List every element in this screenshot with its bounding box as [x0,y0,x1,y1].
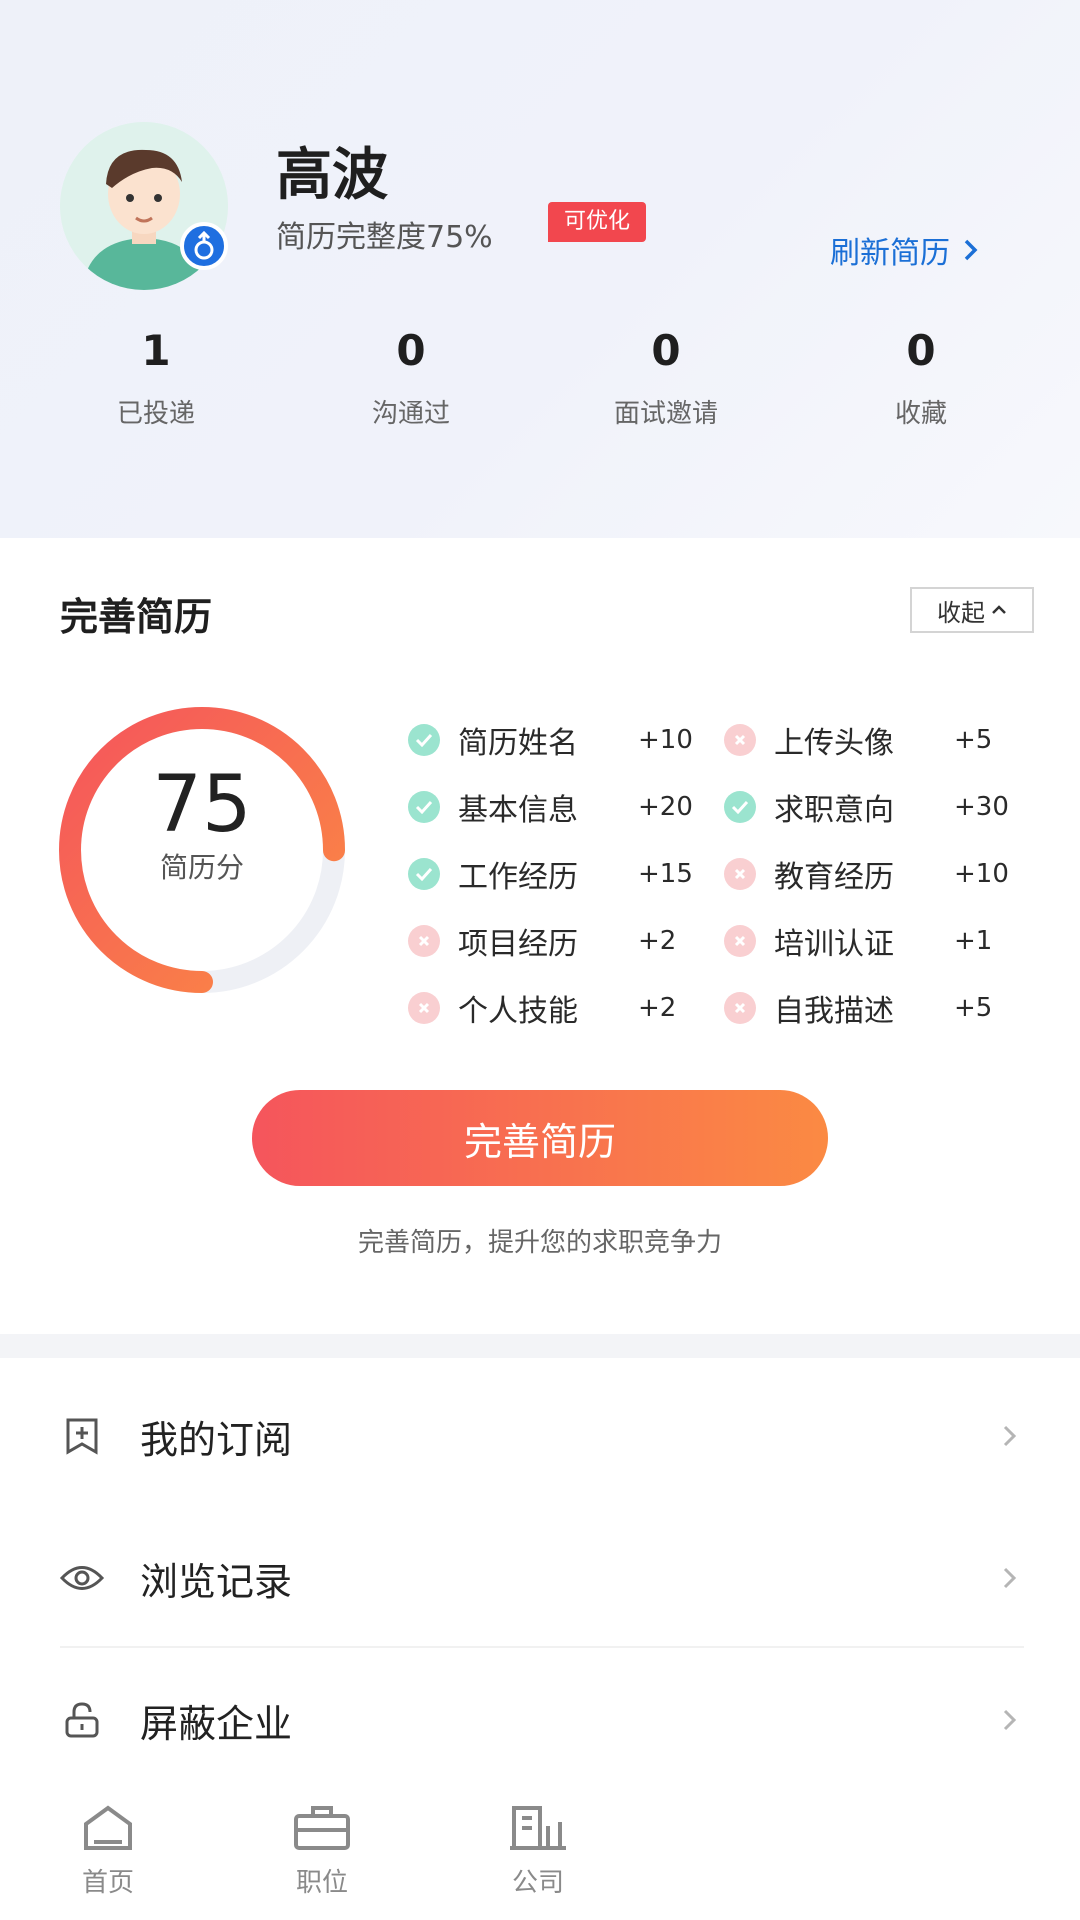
checklist-item[interactable]: 工作经历 +15 [408,854,693,895]
nav-label: 首页 [81,1868,134,1898]
chevron-up-icon [992,605,1006,614]
checklist-item[interactable]: 个人技能 +2 [408,988,677,1029]
stat-label: 面试邀请 [613,399,718,429]
chevron-right-icon [964,239,978,261]
stat-value: 1 [141,326,171,375]
cross-icon [724,992,756,1024]
checklist-item-points: +30 [954,792,1009,822]
cross-icon [724,925,756,957]
menu-label: 我的订阅 [140,1417,293,1462]
checklist-item[interactable]: 上传头像 +5 [724,720,993,761]
checklist-item[interactable]: 简历姓名 +10 [408,720,693,761]
checklist-item-name: 自我描述 [774,994,894,1029]
nav-tab-jobs[interactable]: 职位 [262,1802,382,1899]
nav-label: 公司 [511,1868,564,1898]
improve-tip: 完善简历，提升您的求职竞争力 [357,1228,722,1258]
checklist-item-name: 工作经历 [458,860,578,895]
chevron-right-icon [1003,1709,1017,1731]
stat-label: 已投递 [116,399,195,429]
check-icon [408,791,440,823]
resume-completeness: 简历完整度75% [276,220,493,255]
cross-icon [724,858,756,890]
checklist-item-name: 基本信息 [458,793,578,828]
checklist-item-points: +1 [954,926,993,956]
stat-value: 0 [396,326,426,375]
refresh-resume-link[interactable]: 刷新简历 [830,228,982,272]
score-value: 75 [152,760,252,850]
briefcase-icon [294,1806,350,1850]
checklist-item-points: +15 [638,859,693,889]
stat-communicated[interactable]: 0 沟通过 [281,326,541,430]
gender-male-icon [180,222,228,270]
checklist-item[interactable]: 培训认证 +1 [724,921,993,962]
menu-divider [60,1646,1024,1648]
checklist-item-name: 教育经历 [774,860,894,895]
nav-tab-home[interactable]: 首页 [48,1802,168,1899]
collapse-button[interactable]: 收起 [910,587,1034,633]
section-divider [0,1334,1080,1358]
checklist-item-name: 个人技能 [458,994,578,1029]
checklist-item-points: +10 [638,725,693,755]
checklist-item[interactable]: 自我描述 +5 [724,988,993,1029]
checklist-item[interactable]: 教育经历 +10 [724,854,1009,895]
checklist-item-points: +5 [954,725,993,755]
checklist-item-name: 简历姓名 [458,726,578,761]
building-icon [510,1806,566,1850]
check-icon [408,858,440,890]
check-icon [724,791,756,823]
chevron-right-icon [1003,1425,1017,1447]
optimize-badge: 可优化 [548,202,647,242]
improve-resume-button[interactable]: 完善简历 [252,1090,828,1186]
eye-icon [60,1556,104,1600]
menu-item-subscriptions[interactable]: 我的订阅 [0,1366,1080,1506]
stat-interview-invites[interactable]: 0 面试邀请 [536,326,796,430]
checklist-item-name: 求职意向 [774,793,894,828]
user-name: 高波 [276,143,388,208]
checklist-item-points: +2 [638,993,677,1023]
lock-icon [60,1698,104,1742]
chevron-right-icon [1003,1567,1017,1589]
checklist-item-name: 培训认证 [774,927,894,962]
score-label: 简历分 [159,851,244,884]
home-icon [84,1805,132,1850]
checklist-item-points: +20 [638,792,693,822]
stat-label: 收藏 [894,399,947,429]
menu-item-browse-history[interactable]: 浏览记录 [0,1508,1080,1648]
bookmark-plus-icon [60,1414,104,1458]
checklist-item-points: +2 [638,926,677,956]
nav-tab-companies[interactable]: 公司 [478,1802,598,1899]
checklist-item[interactable]: 基本信息 +20 [408,787,693,828]
collapse-label: 收起 [937,598,985,627]
stat-label: 沟通过 [371,399,450,429]
checklist-item-points: +5 [954,993,993,1023]
bottom-nav: 首页 职位 公司 [0,1790,1080,1920]
stat-favorites[interactable]: 0 收藏 [791,326,1051,430]
checklist-item-name: 项目经历 [458,927,578,962]
checklist-item[interactable]: 求职意向 +30 [724,787,1009,828]
stat-delivered[interactable]: 1 已投递 [26,326,286,430]
checklist-item-name: 上传头像 [774,726,894,761]
stat-value: 0 [651,326,681,375]
menu-label: 浏览记录 [140,1559,293,1604]
menu-item-blocked-companies[interactable]: 屏蔽企业 [0,1650,1080,1790]
nav-label: 职位 [295,1868,348,1898]
check-icon [408,724,440,756]
checklist-item[interactable]: 项目经历 +2 [408,921,677,962]
refresh-resume-label: 刷新简历 [830,236,950,271]
menu-label: 屏蔽企业 [140,1701,293,1746]
stat-value: 0 [906,326,936,375]
section-title: 完善简历 [60,595,213,639]
cross-icon [408,925,440,957]
checklist-item-points: +10 [954,859,1009,889]
cross-icon [724,724,756,756]
cross-icon [408,992,440,1024]
